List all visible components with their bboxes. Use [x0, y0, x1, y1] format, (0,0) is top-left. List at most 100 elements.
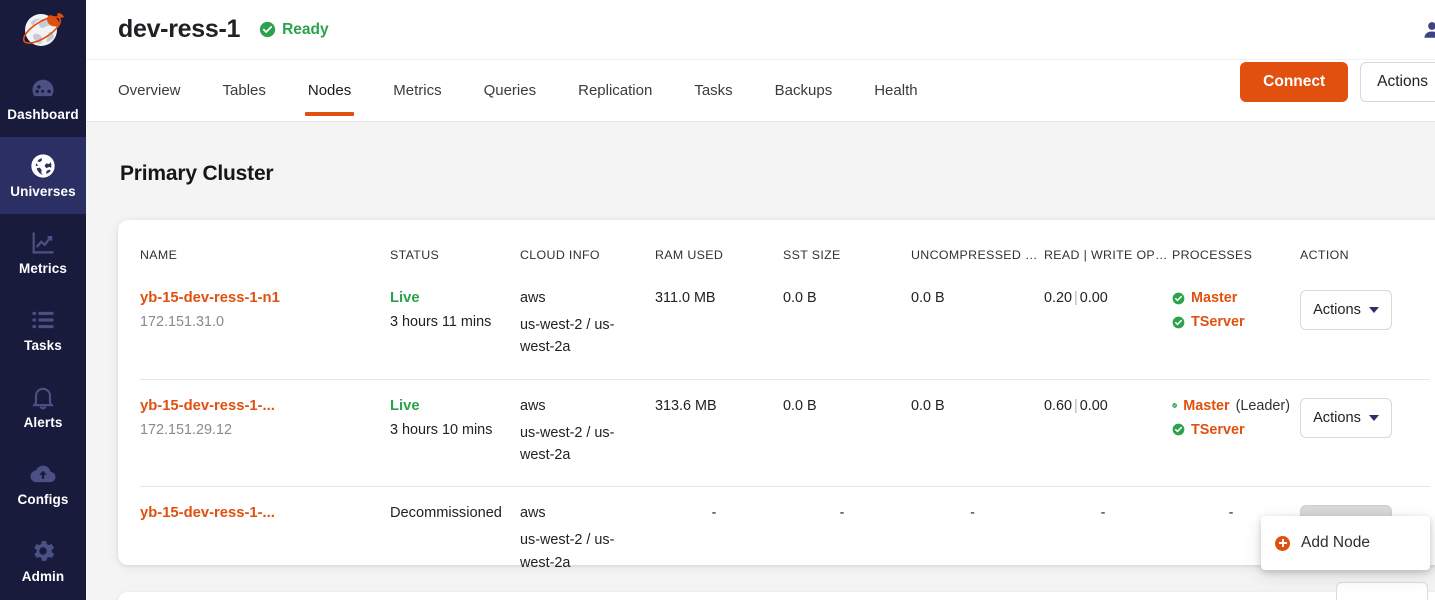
tab-label: Queries [484, 82, 537, 99]
next-section-card [118, 592, 1435, 600]
tab-label: Nodes [308, 82, 351, 99]
node-name-link[interactable]: yb-15-dev-ress-1-... [140, 398, 310, 414]
read-ops-value: 0.20 [1044, 290, 1072, 306]
cell-name: yb-15-dev-ress-1-... [140, 487, 390, 594]
row-actions-button[interactable]: Actions [1300, 398, 1392, 438]
sidebar-item-label: Configs [18, 493, 69, 507]
cell-cloud-info: aws us-west-2 / us-west-2a [520, 379, 655, 487]
column-header-cloud-info[interactable]: CLOUD INFO [520, 220, 655, 272]
tab-label: Health [874, 82, 917, 99]
table-header-row: NAME STATUS CLOUD INFO RAM USED SST SIZE… [140, 220, 1430, 272]
process-master[interactable]: Master [1172, 290, 1290, 306]
chevron-down-icon [1369, 415, 1379, 421]
row-actions-button[interactable]: Actions [1300, 290, 1392, 330]
check-circle-icon [1172, 292, 1185, 305]
cell-ram-used: 311.0 MB [655, 272, 783, 379]
process-master[interactable]: Master (Leader) [1172, 398, 1290, 414]
sidebar-item-tasks[interactable]: Tasks [0, 291, 86, 368]
sidebar-item-label: Admin [22, 570, 65, 584]
process-label: TServer [1191, 422, 1245, 438]
user-menu[interactable] [1421, 19, 1435, 41]
tab-label: Replication [578, 82, 652, 99]
sidebar-item-alerts[interactable]: Alerts [0, 368, 86, 445]
plus-circle-icon [1275, 536, 1290, 551]
sidebar-item-admin[interactable]: Admin [0, 522, 86, 599]
process-tserver[interactable]: TServer [1172, 422, 1290, 438]
cell-uncompressed-sst: 0.0 B [911, 379, 1044, 487]
cell-read-write-ops: 0.60|0.00 [1044, 379, 1172, 487]
universe-actions-label: Actions [1377, 73, 1428, 91]
sidebar-item-label: Universes [10, 185, 75, 199]
sidebar-item-dashboard[interactable]: Dashboard [0, 60, 86, 137]
tab-backups[interactable]: Backups [775, 60, 833, 116]
yugabyte-logo[interactable] [0, 0, 86, 60]
cell-sst-size: 0.0 B [783, 272, 911, 379]
nodes-table-card: NAME STATUS CLOUD INFO RAM USED SST SIZE… [118, 220, 1435, 565]
cloud-provider: aws [520, 505, 645, 521]
cloud-region: us-west-2 / us-west-2a [520, 422, 645, 467]
cell-processes: Master TServer [1172, 272, 1300, 379]
chart-line-icon [29, 229, 57, 257]
menu-item-label: Add Node [1301, 534, 1370, 552]
node-status: Live [390, 290, 510, 306]
column-header-sst-size[interactable]: SST SIZE [783, 220, 911, 272]
tab-replication[interactable]: Replication [578, 60, 652, 116]
universe-detail-page: Dashboard Universes Metrics [0, 0, 1435, 600]
tab-nodes[interactable]: Nodes [308, 60, 351, 116]
ops-separator: | [1072, 398, 1080, 414]
row-actions-label: Actions [1313, 302, 1361, 318]
sidebar-item-label: Tasks [24, 339, 62, 353]
universe-tabbar: Overview Tables Nodes Metrics Queries Re… [86, 60, 1435, 122]
universe-action-buttons: Connect Actions [1240, 60, 1435, 116]
column-header-status[interactable]: STATUS [390, 220, 520, 272]
yugabyte-logo-icon [17, 8, 69, 52]
node-name-link[interactable]: yb-15-dev-ress-1-n1 [140, 290, 310, 306]
column-header-name[interactable]: NAME [140, 220, 390, 272]
column-header-ram-used[interactable]: RAM USED [655, 220, 783, 272]
process-leader-note: (Leader) [1236, 398, 1290, 414]
gear-icon [29, 537, 57, 565]
sidebar-item-universes[interactable]: Universes [0, 137, 86, 214]
nodes-table: NAME STATUS CLOUD INFO RAM USED SST SIZE… [140, 220, 1430, 594]
cell-read-write-ops: 0.20|0.00 [1044, 272, 1172, 379]
tab-health[interactable]: Health [874, 60, 917, 116]
cell-action: Actions [1300, 379, 1430, 487]
cell-status: Decommissioned [390, 487, 520, 594]
main-area: dev-ress-1 Ready Overview Tables [86, 0, 1435, 600]
tab-queries[interactable]: Queries [484, 60, 537, 116]
column-header-processes[interactable]: PROCESSES [1172, 220, 1300, 272]
nodes-table-body: yb-15-dev-ress-1-n1 172.151.31.0 Live 3 … [140, 272, 1430, 594]
node-name-link[interactable]: yb-15-dev-ress-1-... [140, 505, 310, 521]
cell-processes: Master (Leader) TServer [1172, 379, 1300, 487]
cell-cloud-info: aws us-west-2 / us-west-2a [520, 487, 655, 594]
process-tserver[interactable]: TServer [1172, 314, 1290, 330]
sidebar-item-label: Dashboard [7, 108, 78, 122]
column-header-read-write-ops[interactable]: READ | WRITE OPS/S... [1044, 220, 1172, 272]
cell-sst-size: - [783, 487, 911, 594]
row-actions-label: Actions [1313, 410, 1361, 426]
node-ip: 172.151.31.0 [140, 314, 380, 330]
cluster-title: Primary Cluster [118, 122, 1435, 186]
table-row: yb-15-dev-ress-1-n1 172.151.31.0 Live 3 … [140, 272, 1430, 379]
column-header-uncompressed-sst[interactable]: UNCOMPRESSED SS... [911, 220, 1044, 272]
process-label: Master [1191, 290, 1237, 306]
sidebar-item-configs[interactable]: Configs [0, 445, 86, 522]
process-label: Master [1183, 398, 1229, 414]
status-badge-label: Ready [282, 21, 329, 39]
tab-tasks[interactable]: Tasks [694, 60, 732, 116]
node-uptime: 3 hours 11 mins [390, 314, 510, 330]
connect-button[interactable]: Connect [1240, 62, 1348, 102]
tab-tables[interactable]: Tables [223, 60, 266, 116]
sidebar-item-metrics[interactable]: Metrics [0, 214, 86, 291]
gauge-icon [29, 75, 57, 103]
tab-metrics[interactable]: Metrics [393, 60, 441, 116]
table-row: yb-15-dev-ress-1-... Decommissioned aws … [140, 487, 1430, 594]
ops-separator: | [1072, 290, 1080, 306]
sidebar-item-label: Metrics [19, 262, 67, 276]
user-icon [1421, 19, 1435, 41]
cell-sst-size: 0.0 B [783, 379, 911, 487]
cell-status: Live 3 hours 11 mins [390, 272, 520, 379]
menu-item-add-node[interactable]: Add Node [1261, 526, 1430, 560]
tab-overview[interactable]: Overview [118, 60, 181, 116]
universe-actions-button[interactable]: Actions [1360, 62, 1435, 102]
